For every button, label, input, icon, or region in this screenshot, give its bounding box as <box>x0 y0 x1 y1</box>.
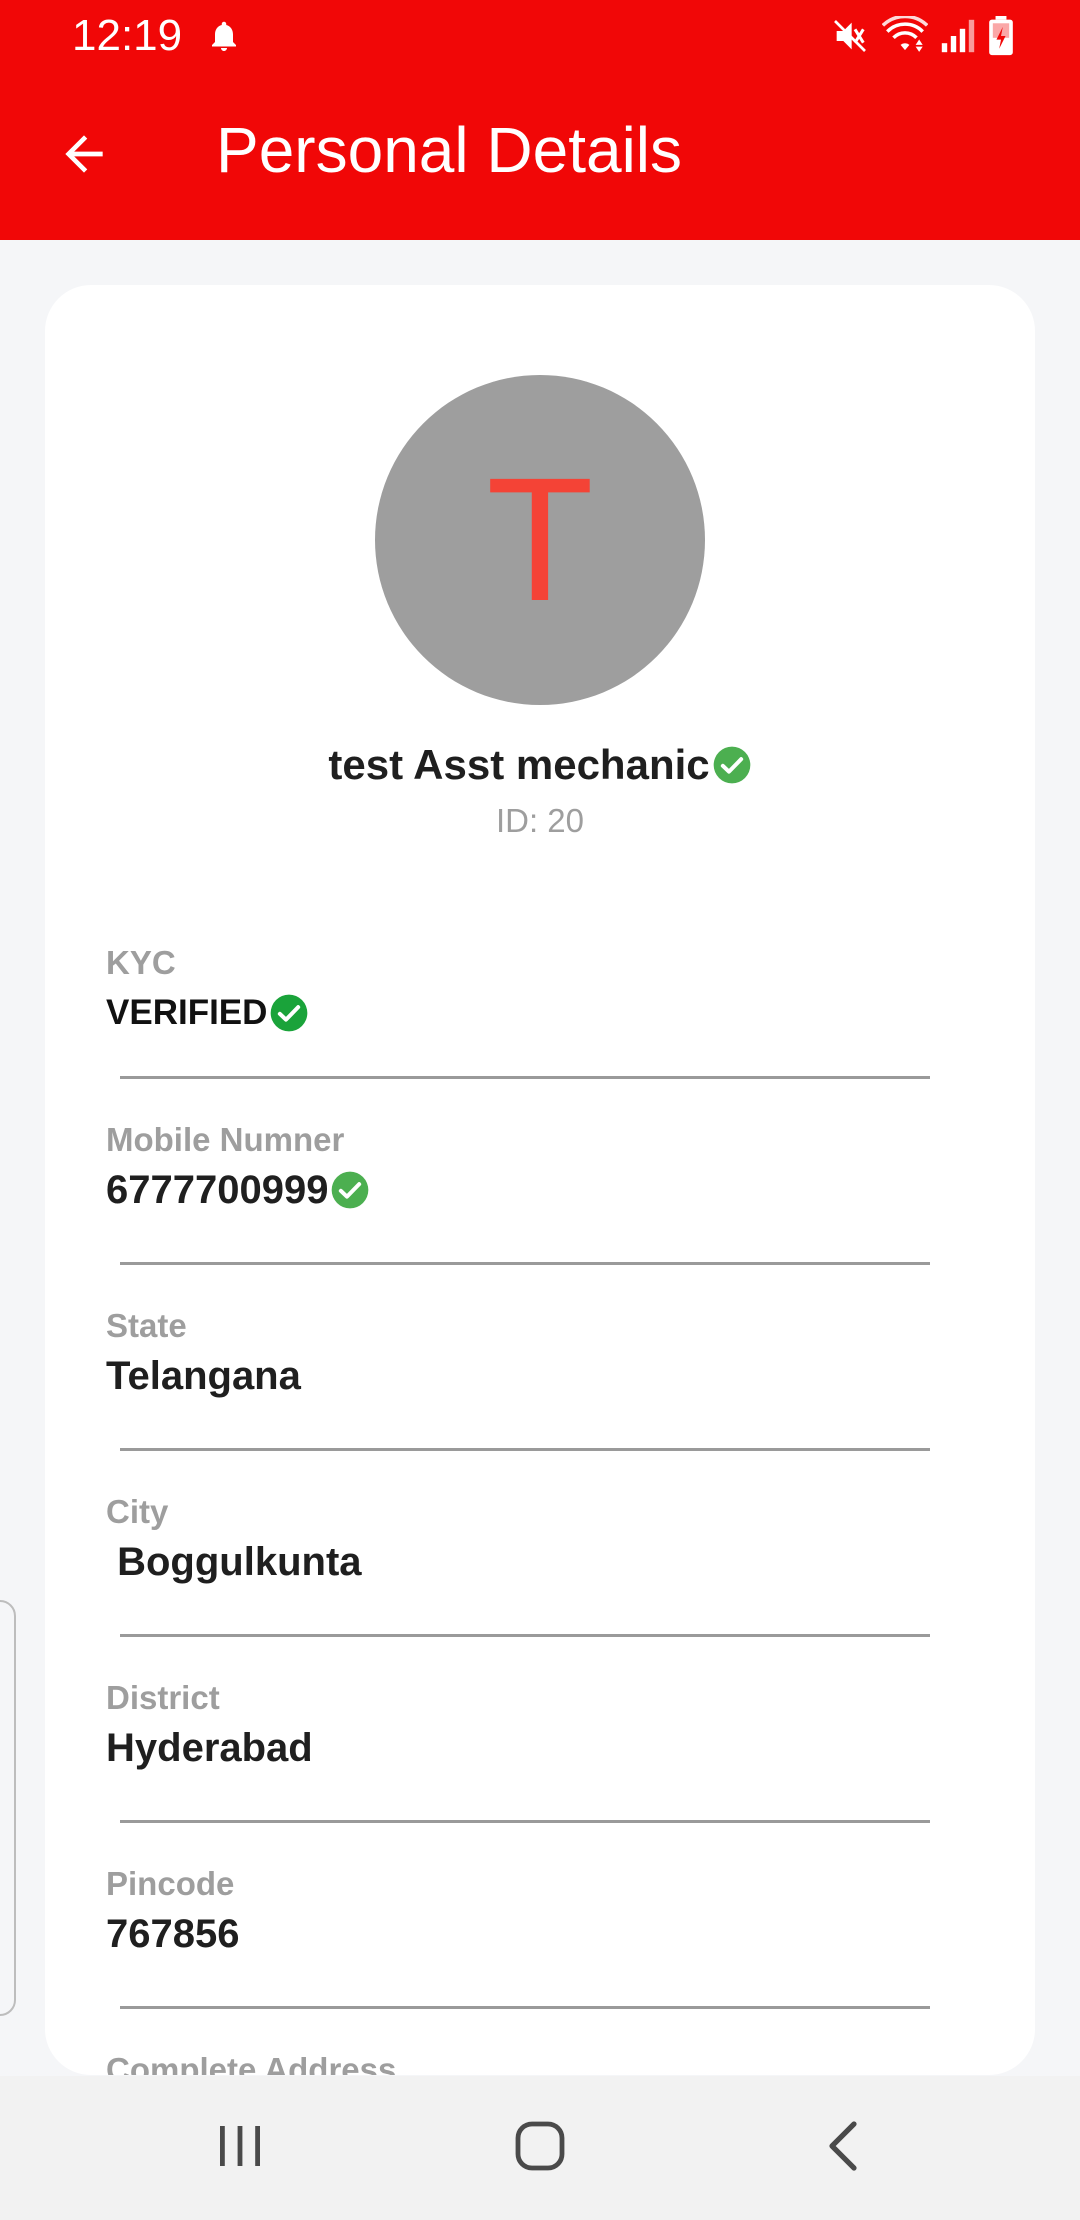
field-value: VERIFIED <box>106 993 268 1032</box>
field-label: State <box>106 1307 187 1344</box>
field-mobile-number: Mobile Numner 6777700999 <box>106 1120 974 1216</box>
field-complete-address: Complete Address <box>106 2050 974 2075</box>
arrow-left-icon <box>56 126 112 187</box>
field-value: 767856 <box>106 1912 240 1956</box>
profile-name: test Asst mechanic <box>328 741 710 788</box>
field-state: State Telangana <box>106 1306 974 1402</box>
field-value-row: VERIFIED <box>106 987 974 1039</box>
status-time: 12:19 <box>72 11 183 60</box>
field-value: Telangana <box>106 1354 301 1398</box>
battery-icon <box>988 16 1014 56</box>
avatar[interactable]: T <box>375 375 705 705</box>
divider <box>120 1076 930 1079</box>
profile-id: ID: 20 <box>495 802 585 839</box>
avatar-initial: T <box>486 442 594 638</box>
home-icon <box>514 2120 566 2177</box>
field-value: Hyderabad <box>106 1726 313 1770</box>
mobile-verified-check-icon <box>330 1170 370 1210</box>
field-value-row: Hyderabad <box>106 1722 974 1774</box>
divider <box>120 1634 930 1637</box>
app-bar: Personal Details <box>0 72 1080 240</box>
mute-icon <box>830 16 870 56</box>
bell-icon <box>206 18 242 54</box>
page-title: Personal Details <box>216 114 682 186</box>
field-value-row: Boggulkunta <box>106 1536 974 1588</box>
field-label: Complete Address <box>106 2051 397 2075</box>
profile-card: T test Asst mechanic ID: 20 KYC VERIFIED <box>45 285 1035 2075</box>
field-value-row: Telangana <box>106 1350 974 1402</box>
field-value: 6777700999 <box>106 1168 329 1212</box>
signal-icon <box>940 18 976 54</box>
field-pincode: Pincode 767856 <box>106 1864 974 1960</box>
field-district: District Hyderabad <box>106 1678 974 1774</box>
field-label: KYC <box>106 944 176 981</box>
field-city: City Boggulkunta <box>106 1492 974 1588</box>
divider <box>120 1820 930 1823</box>
status-icons <box>830 16 1014 56</box>
field-label: Pincode <box>106 1865 235 1902</box>
kyc-verified-check-icon <box>269 993 309 1033</box>
field-label: District <box>106 1679 220 1716</box>
field-label: City <box>106 1493 169 1530</box>
divider <box>120 1262 930 1265</box>
home-button[interactable] <box>500 2112 580 2184</box>
status-bar: 12:19 <box>0 0 1080 72</box>
wifi-icon <box>882 16 928 56</box>
system-back-button[interactable] <box>804 2112 884 2184</box>
field-kyc: KYC VERIFIED <box>106 943 974 1039</box>
divider <box>120 2006 930 2009</box>
field-value: Boggulkunta <box>106 1540 362 1584</box>
edge-panel-handle[interactable] <box>0 1600 16 2016</box>
header: 12:19 Personal Details <box>0 0 1080 240</box>
field-label: Mobile Numner <box>106 1121 345 1158</box>
verified-check-icon <box>712 745 752 785</box>
back-button[interactable] <box>48 120 120 192</box>
field-value-row: 767856 <box>106 1908 974 1960</box>
back-icon <box>824 2120 864 2177</box>
navigation-bar <box>0 2076 1080 2220</box>
field-value-row: 6777700999 <box>106 1164 974 1216</box>
recents-button[interactable] <box>200 2112 280 2184</box>
recents-icon <box>216 2120 264 2177</box>
divider <box>120 1448 930 1451</box>
screen: 12:19 Personal Details T test Asst mecha… <box>0 0 1080 2220</box>
profile-name-row: test Asst mechanic <box>45 737 1035 793</box>
